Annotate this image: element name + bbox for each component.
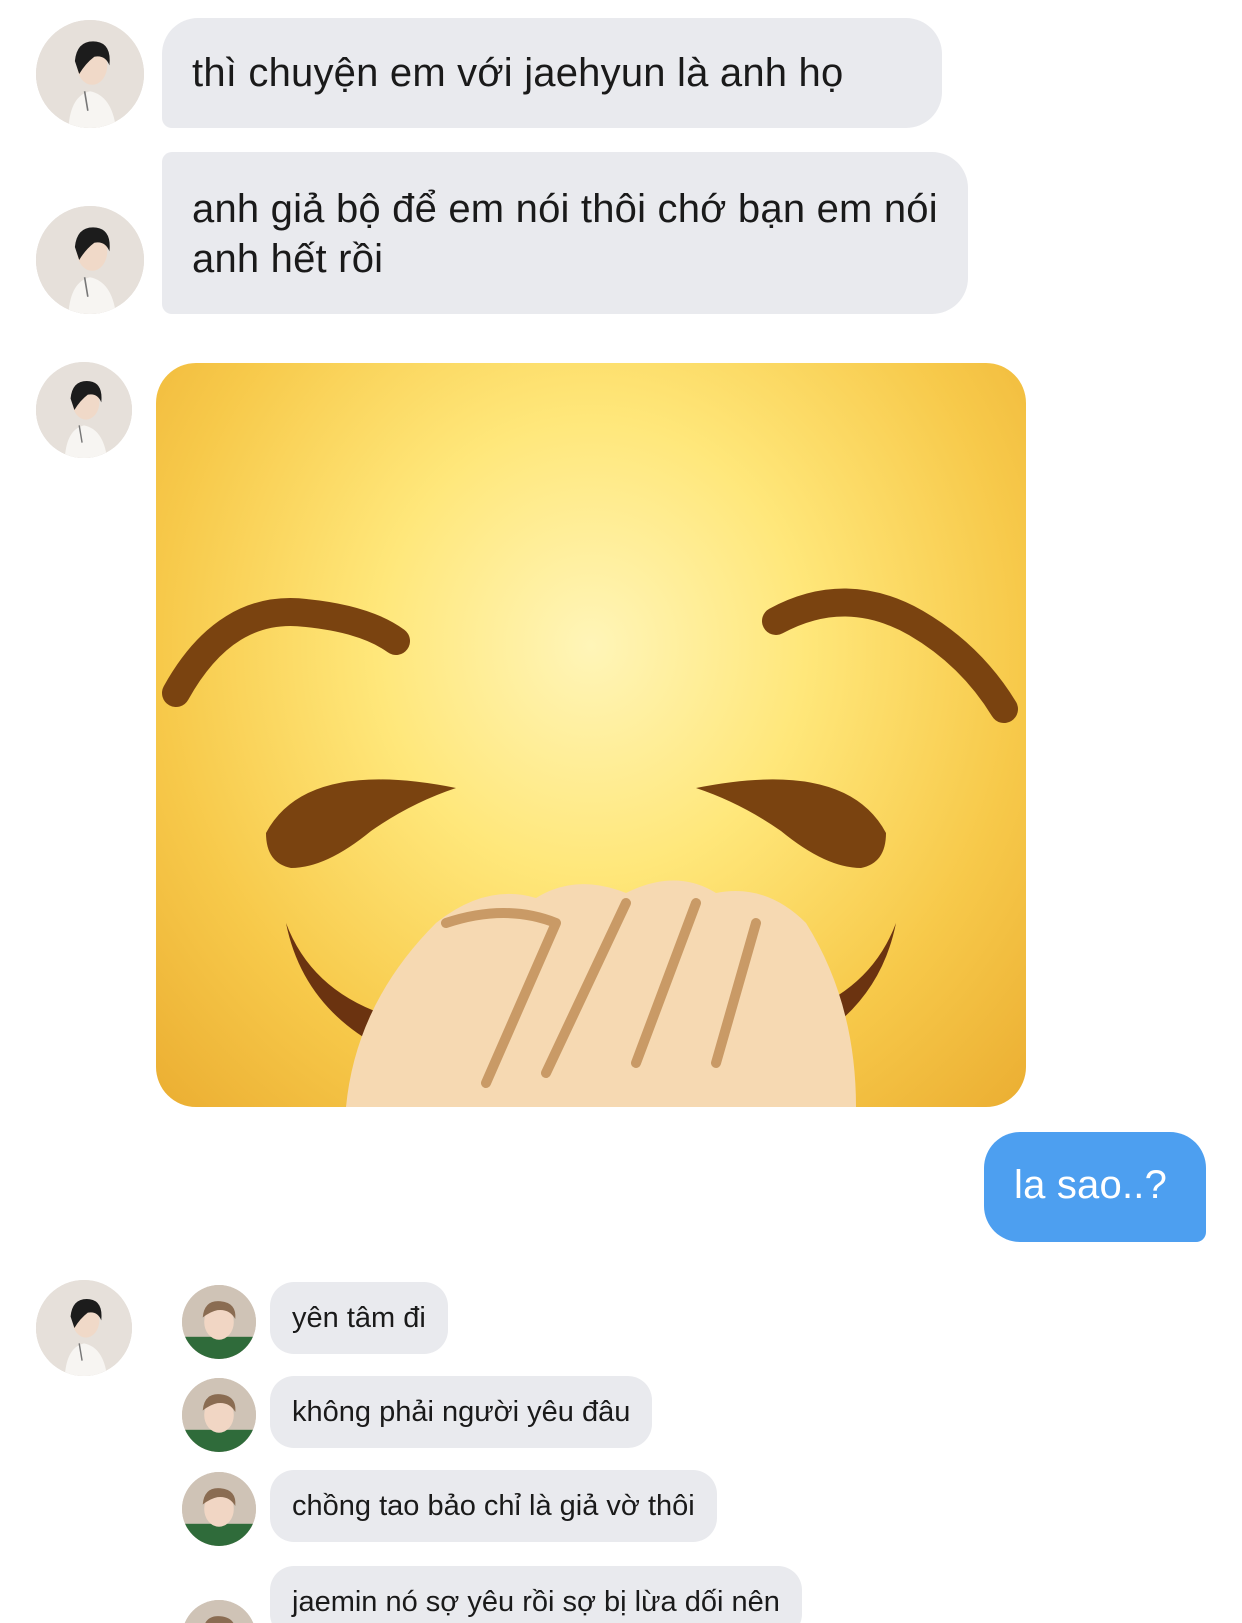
message-text: chồng tao bảo chỉ là giả vờ thôi <box>292 1490 695 1522</box>
forwarded-avatar <box>182 1378 256 1452</box>
person-portrait-icon <box>36 362 132 458</box>
contact-avatar[interactable] <box>36 20 144 128</box>
person-portrait-icon <box>182 1600 256 1623</box>
contact-avatar[interactable] <box>36 206 144 314</box>
message-text: anh giả bộ để em nói thôi chớ bạn em nói… <box>192 187 938 281</box>
chat-screen: thì chuyện em với jaehyun là anh họ anh … <box>0 0 1242 1623</box>
forwarded-avatar <box>182 1285 256 1359</box>
message-bubble-incoming[interactable]: anh giả bộ để em nói thôi chớ bạn em nói… <box>162 152 968 314</box>
forwarded-message-bubble: chồng tao bảo chỉ là giả vờ thôi <box>270 1470 717 1542</box>
image-message[interactable] <box>156 363 1026 1107</box>
forwarded-avatar <box>182 1472 256 1546</box>
forwarded-message-bubble: yên tâm đi <box>270 1282 448 1354</box>
message-text: không phải người yêu đâu <box>292 1396 631 1428</box>
person-portrait-icon <box>36 1280 132 1376</box>
message-bubble-outgoing[interactable]: la sao..? <box>984 1132 1206 1242</box>
contact-avatar[interactable] <box>36 362 132 458</box>
message-text: jaemin nó sợ yêu rồi sợ bị lừa dối nên <box>292 1586 780 1618</box>
message-text: thì chuyện em với jaehyun là anh họ <box>192 51 844 95</box>
message-text: la sao..? <box>1014 1163 1168 1207</box>
person-portrait-icon <box>182 1472 256 1546</box>
person-portrait-icon <box>182 1378 256 1452</box>
forwarded-message-bubble: không phải người yêu đâu <box>270 1376 653 1448</box>
person-portrait-icon <box>36 206 144 314</box>
forwarded-message-bubble: jaemin nó sợ yêu rồi sợ bị lừa dối nên <box>270 1566 802 1623</box>
person-portrait-icon <box>182 1285 256 1359</box>
message-bubble-incoming[interactable]: thì chuyện em với jaehyun là anh họ <box>162 18 942 128</box>
person-portrait-icon <box>36 20 144 128</box>
message-text: yên tâm đi <box>292 1302 426 1334</box>
forwarded-avatar <box>182 1600 256 1623</box>
hand-over-mouth-emoji-icon <box>162 588 1018 1107</box>
contact-avatar[interactable] <box>36 1280 132 1376</box>
